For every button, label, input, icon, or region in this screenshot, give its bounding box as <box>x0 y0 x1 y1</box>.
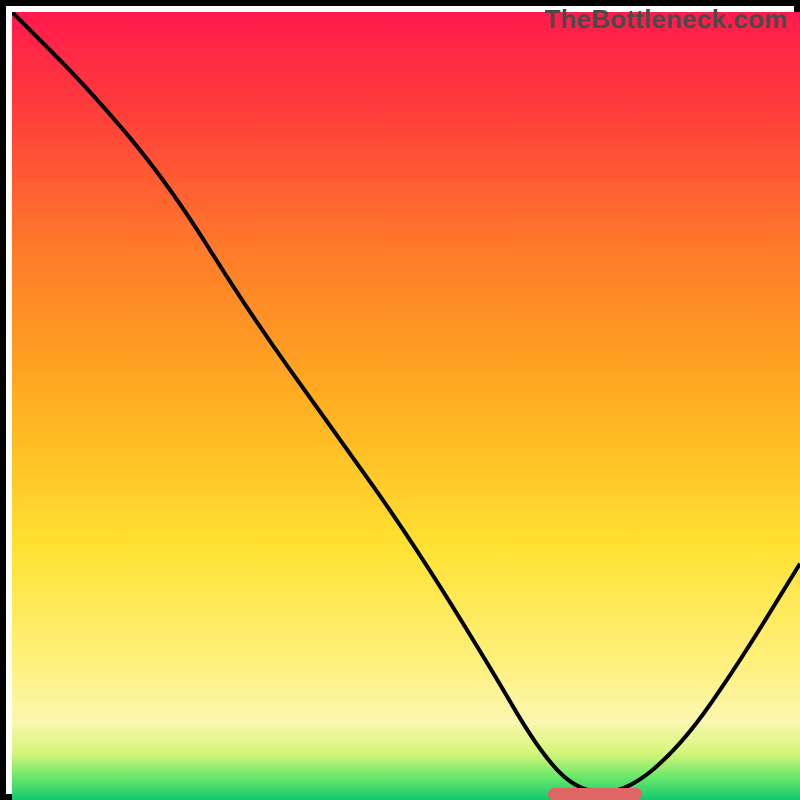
bottleneck-curve <box>12 12 800 800</box>
plot-area <box>12 12 800 800</box>
curve-line <box>12 12 800 792</box>
optimal-range-marker <box>548 788 643 800</box>
watermark-text: TheBottleneck.com <box>545 4 788 35</box>
chart-frame: TheBottleneck.com <box>0 0 800 800</box>
